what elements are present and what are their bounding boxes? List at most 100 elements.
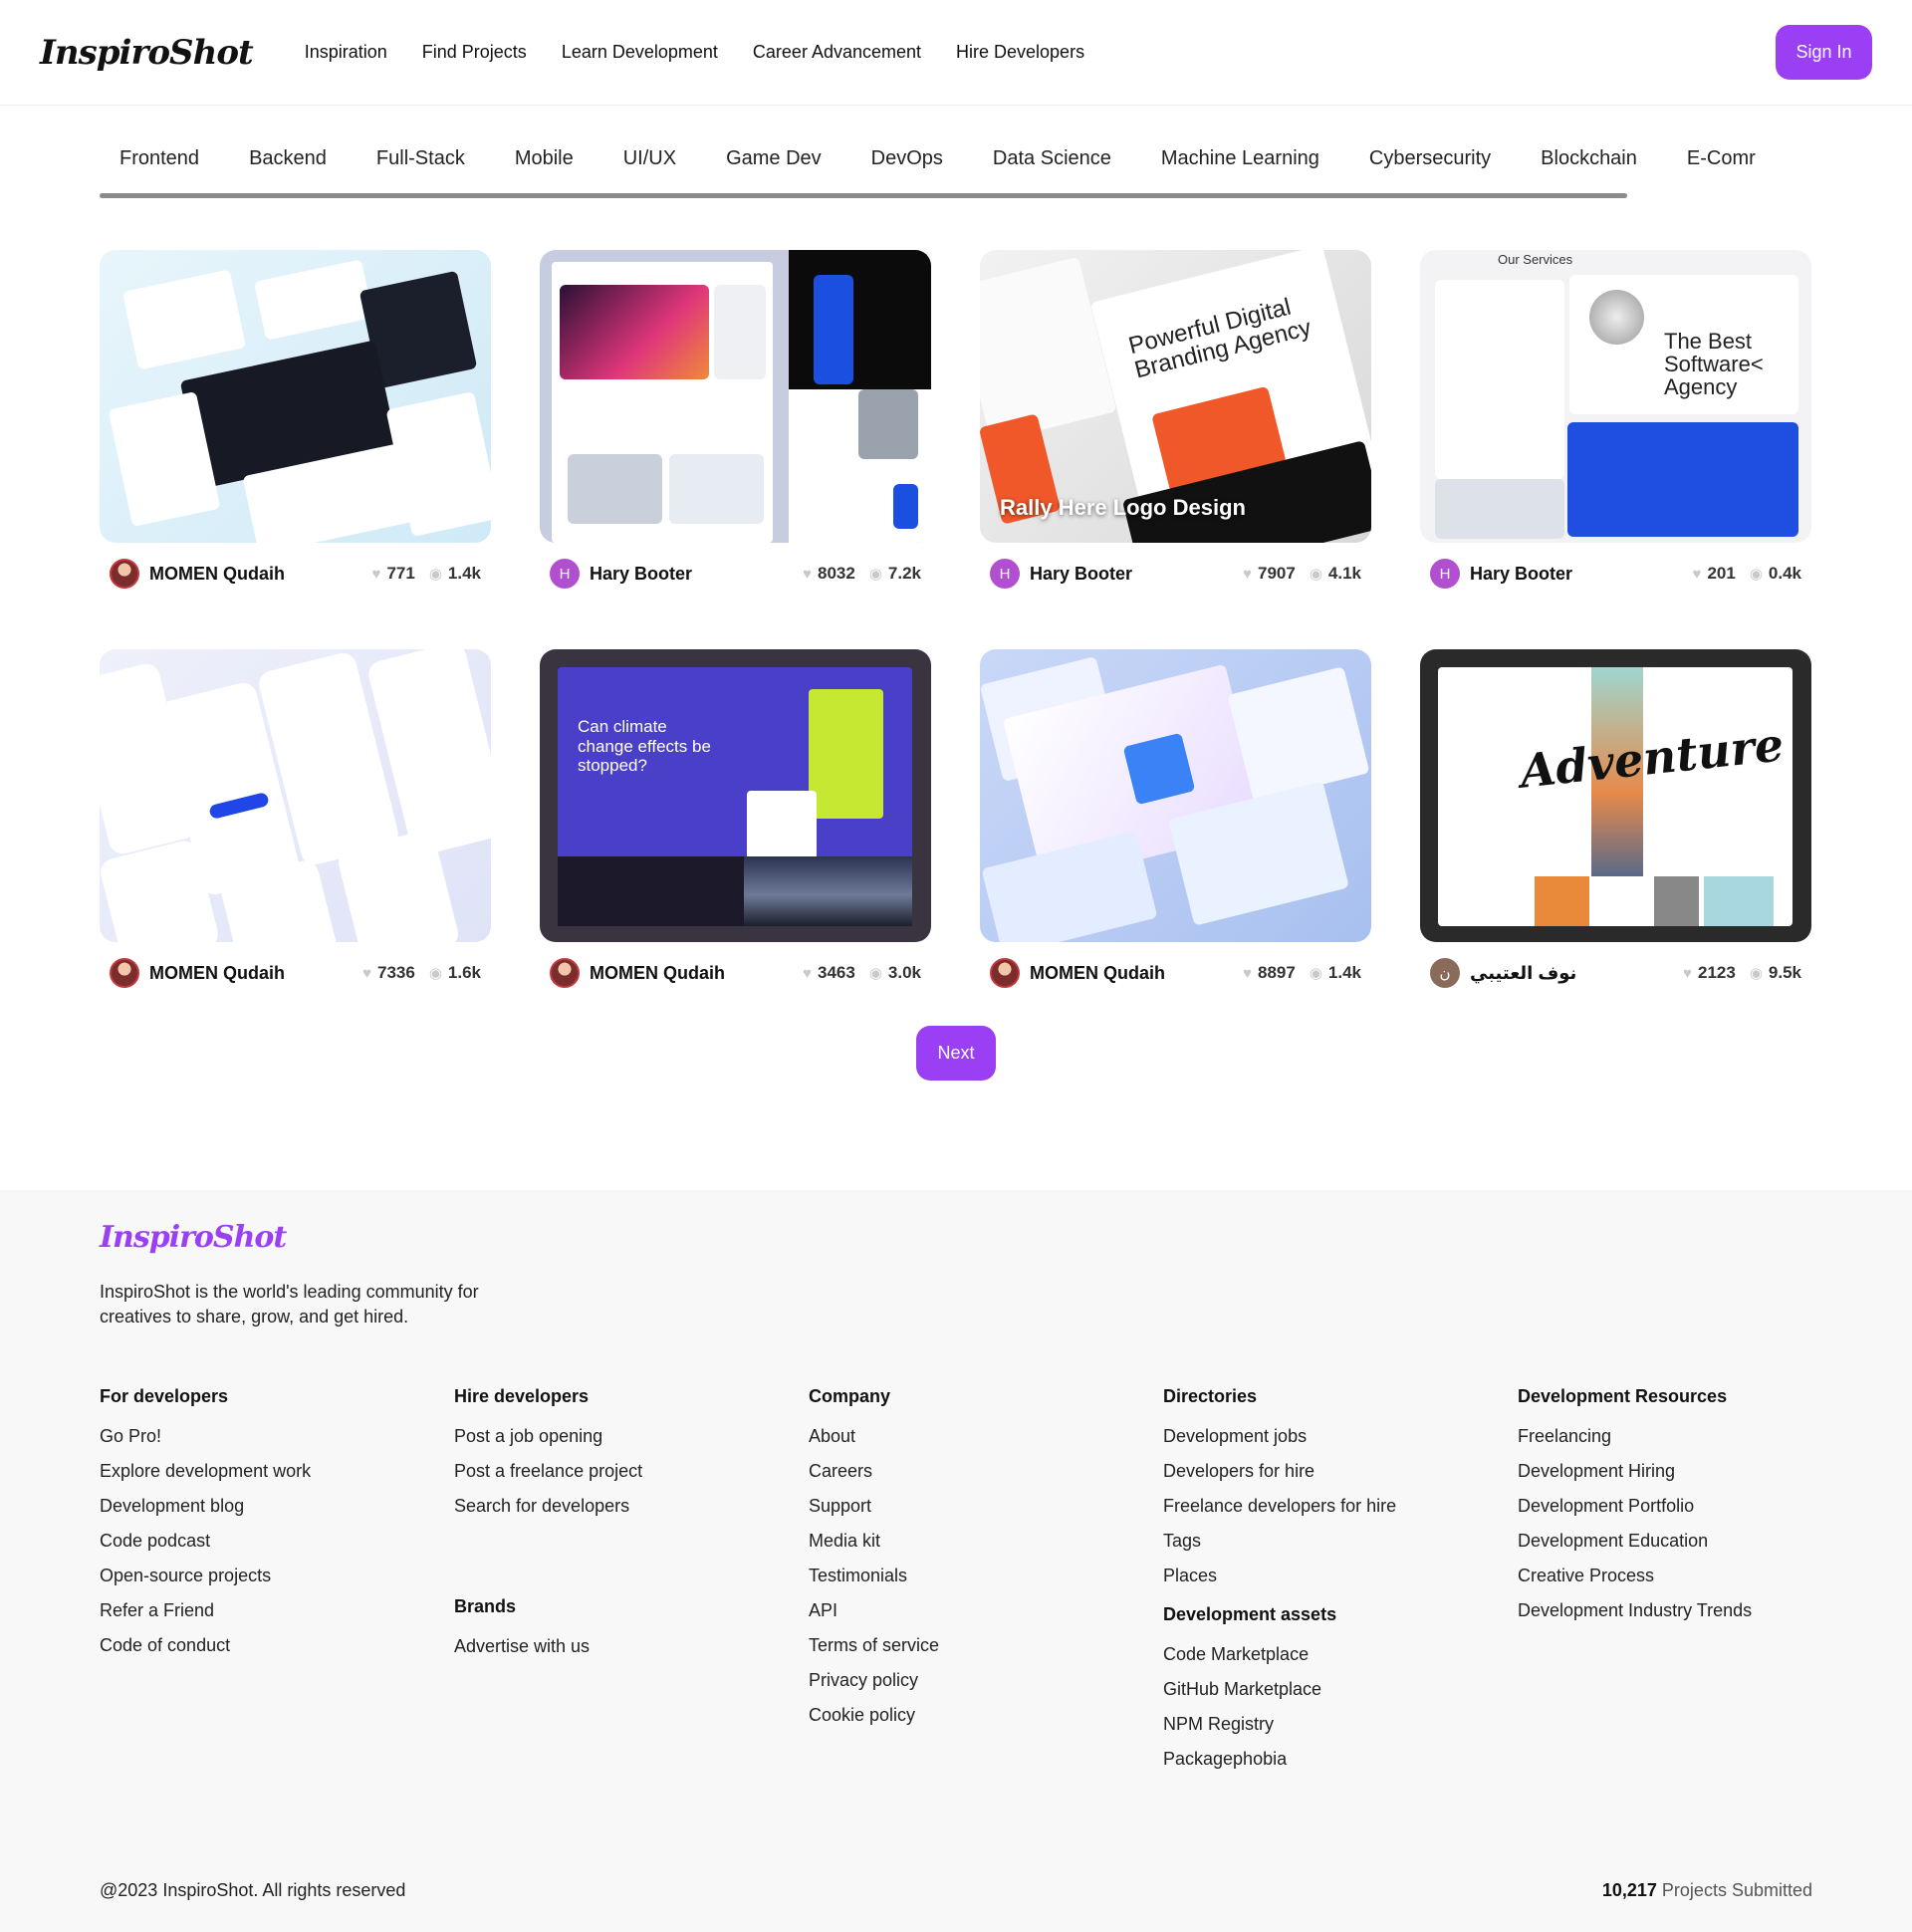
footer-link[interactable]: Open-source projects — [100, 1565, 454, 1586]
avatar[interactable]: ن — [1430, 958, 1460, 988]
footer-link[interactable]: Post a freelance project — [454, 1460, 809, 1482]
footer-link[interactable]: Cookie policy — [809, 1704, 1163, 1726]
likes[interactable]: ♥ 2123 — [1683, 963, 1736, 983]
avatar[interactable] — [550, 958, 580, 988]
footer-col-for-developers: For developers Go Pro! Explore developme… — [100, 1386, 454, 1783]
footer-link[interactable]: Development jobs — [1163, 1425, 1518, 1447]
footer-link[interactable]: Packagephobia — [1163, 1748, 1518, 1770]
project-card[interactable]: Can climate change effects be stopped? M… — [540, 649, 931, 989]
project-card[interactable]: Adventure ن نوف العتيبي ♥ 2123 ◉ 9.5k — [1420, 649, 1811, 989]
likes[interactable]: ♥ 771 — [372, 564, 415, 584]
footer-link[interactable]: Developers for hire — [1163, 1460, 1518, 1482]
project-card[interactable]: MOMEN Qudaih ♥ 8897 ◉ 1.4k — [980, 649, 1371, 989]
views-count: 1.6k — [447, 963, 481, 982]
likes[interactable]: ♥ 8032 — [803, 564, 855, 584]
footer-col-directories: Directories Development jobs Developers … — [1163, 1386, 1518, 1783]
footer-link[interactable]: Code podcast — [100, 1530, 454, 1552]
footer-link[interactable]: Tags — [1163, 1530, 1518, 1552]
category-mobile[interactable]: Mobile — [515, 147, 574, 170]
footer-link[interactable]: Media kit — [809, 1530, 1163, 1552]
category-backend[interactable]: Backend — [249, 147, 327, 170]
footer-link[interactable]: Creative Process — [1518, 1565, 1872, 1586]
category-devops[interactable]: DevOps — [871, 147, 943, 170]
footer-link[interactable]: Post a job opening — [454, 1425, 809, 1447]
footer-logo[interactable]: InspiroShot — [100, 1220, 287, 1255]
footer-link[interactable]: Development Industry Trends — [1518, 1599, 1872, 1621]
likes[interactable]: ♥ 8897 — [1243, 963, 1296, 983]
footer-link[interactable]: Go Pro! — [100, 1425, 454, 1447]
category-machine-learning[interactable]: Machine Learning — [1161, 147, 1319, 170]
footer-link[interactable]: Privacy policy — [809, 1669, 1163, 1691]
avatar[interactable] — [990, 958, 1020, 988]
project-card[interactable]: Our Services The Best Software< Agency H… — [1420, 250, 1811, 590]
footer-link[interactable]: Development Education — [1518, 1530, 1872, 1552]
avatar[interactable] — [110, 958, 139, 988]
nav-hire-developers[interactable]: Hire Developers — [956, 42, 1084, 63]
footer-link[interactable]: Freelance developers for hire — [1163, 1495, 1518, 1517]
category-data-science[interactable]: Data Science — [993, 147, 1111, 170]
footer-link[interactable]: Search for developers — [454, 1495, 809, 1517]
category-game-dev[interactable]: Game Dev — [726, 147, 822, 170]
footer-link[interactable]: Development Portfolio — [1518, 1495, 1872, 1517]
category-frontend[interactable]: Frontend — [120, 147, 199, 170]
category-cybersecurity[interactable]: Cybersecurity — [1369, 147, 1491, 170]
likes[interactable]: ♥ 7336 — [362, 963, 415, 983]
project-thumbnail[interactable] — [100, 649, 491, 942]
footer-link[interactable]: About — [809, 1425, 1163, 1447]
likes[interactable]: ♥ 7907 — [1243, 564, 1296, 584]
avatar[interactable] — [110, 559, 139, 589]
footer-link[interactable]: API — [809, 1599, 1163, 1621]
project-card[interactable]: Powerful Digital Branding Agency Rally H… — [980, 250, 1371, 590]
avatar[interactable]: H — [550, 559, 580, 589]
project-card[interactable]: H Hary Booter ♥ 8032 ◉ 7.2k — [540, 250, 931, 590]
footer-link[interactable]: NPM Registry — [1163, 1713, 1518, 1735]
sign-in-button[interactable]: Sign In — [1776, 25, 1872, 80]
footer-link[interactable]: Freelancing — [1518, 1425, 1872, 1447]
nav-learn-development[interactable]: Learn Development — [562, 42, 718, 63]
author-name[interactable]: MOMEN Qudaih — [590, 963, 789, 984]
project-thumbnail[interactable] — [540, 250, 931, 543]
avatar[interactable]: H — [990, 559, 1020, 589]
category-ui-ux[interactable]: UI/UX — [623, 147, 676, 170]
footer-link[interactable]: Advertise with us — [454, 1635, 809, 1657]
footer-link[interactable]: Code of conduct — [100, 1634, 454, 1656]
author-name[interactable]: MOMEN Qudaih — [149, 963, 349, 984]
likes[interactable]: ♥ 3463 — [803, 963, 855, 983]
project-thumbnail[interactable] — [100, 250, 491, 543]
project-card[interactable]: MOMEN Qudaih ♥ 7336 ◉ 1.6k — [100, 649, 491, 989]
footer-link[interactable]: Places — [1163, 1565, 1518, 1586]
author-name[interactable]: Hary Booter — [1030, 564, 1229, 585]
author-name[interactable]: Hary Booter — [590, 564, 789, 585]
likes[interactable]: ♥ 201 — [1693, 564, 1736, 584]
logo[interactable]: InspiroShot — [40, 33, 254, 73]
project-thumbnail[interactable]: Powerful Digital Branding Agency Rally H… — [980, 250, 1371, 543]
footer-link[interactable]: Terms of service — [809, 1634, 1163, 1656]
project-thumbnail[interactable]: Adventure — [1420, 649, 1811, 942]
project-thumbnail[interactable]: Our Services The Best Software< Agency — [1420, 250, 1811, 543]
category-e-commerce[interactable]: E-Comr — [1687, 147, 1756, 170]
footer-link[interactable]: Development blog — [100, 1495, 454, 1517]
footer-link[interactable]: Refer a Friend — [100, 1599, 454, 1621]
nav-career-advancement[interactable]: Career Advancement — [753, 42, 921, 63]
author-name[interactable]: Hary Booter — [1470, 564, 1679, 585]
project-thumbnail[interactable] — [980, 649, 1371, 942]
category-full-stack[interactable]: Full-Stack — [376, 147, 465, 170]
author-name[interactable]: MOMEN Qudaih — [149, 564, 358, 585]
avatar[interactable]: H — [1430, 559, 1460, 589]
footer-link[interactable]: Code Marketplace — [1163, 1643, 1518, 1665]
nav-find-projects[interactable]: Find Projects — [422, 42, 527, 63]
project-thumbnail[interactable]: Can climate change effects be stopped? — [540, 649, 931, 942]
footer-link[interactable]: Careers — [809, 1460, 1163, 1482]
author-name[interactable]: MOMEN Qudaih — [1030, 963, 1229, 984]
nav-inspiration[interactable]: Inspiration — [305, 42, 387, 63]
footer-link[interactable]: GitHub Marketplace — [1163, 1678, 1518, 1700]
footer-link[interactable]: Explore development work — [100, 1460, 454, 1482]
category-blockchain[interactable]: Blockchain — [1541, 147, 1637, 170]
footer-link[interactable]: Support — [809, 1495, 1163, 1517]
next-page-button[interactable]: Next — [916, 1026, 996, 1081]
project-card[interactable]: MOMEN Qudaih ♥ 771 ◉ 1.4k — [100, 250, 491, 590]
category-scrollbar[interactable] — [100, 193, 1627, 198]
footer-link[interactable]: Testimonials — [809, 1565, 1163, 1586]
footer-link[interactable]: Development Hiring — [1518, 1460, 1872, 1482]
author-name[interactable]: نوف العتيبي — [1470, 963, 1669, 984]
